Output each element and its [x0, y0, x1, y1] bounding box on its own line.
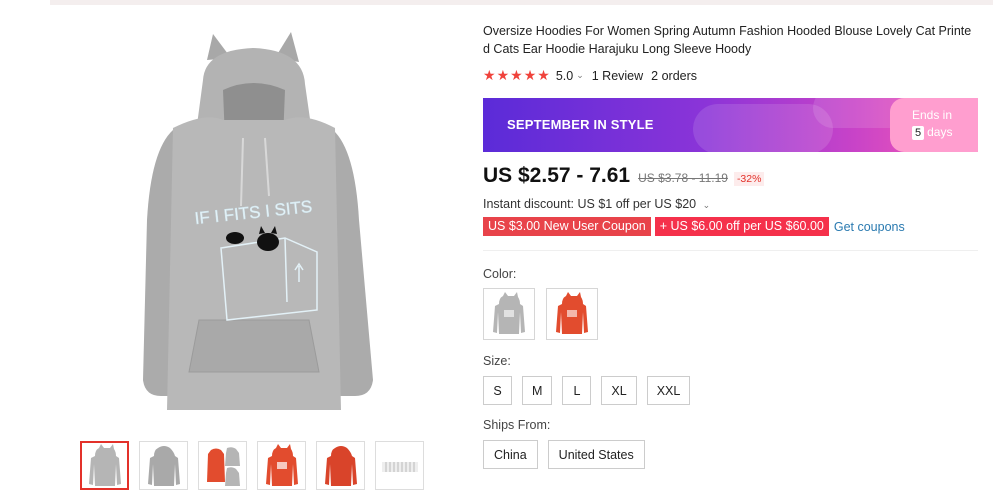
divider	[483, 250, 978, 251]
ends-in-label: Ends in	[912, 108, 953, 122]
main-product-image[interactable]: IF I FITS I SITS	[55, 20, 425, 430]
countdown-box: Ends in 5 days	[890, 98, 978, 152]
thumbnail-orange-and-gray[interactable]	[198, 441, 247, 490]
reviews-link[interactable]: 1 Review	[592, 69, 643, 83]
color-swatches	[483, 288, 978, 340]
size-option-xl[interactable]: XL	[601, 376, 637, 405]
top-strip	[50, 0, 993, 5]
hoodie-thumb-icon	[88, 443, 121, 486]
hoodie-thumb-icon	[265, 443, 298, 486]
banner-title: SEPTEMBER IN STYLE	[507, 117, 654, 132]
hoodie-illustration: IF I FITS I SITS	[143, 32, 373, 410]
rating-row: ★ ★ ★ ★ ★ 5.0 ⌄ 1 Review 2 orders	[483, 67, 978, 84]
hoodie-swatch-icon	[556, 292, 588, 334]
star-icon: ★	[523, 67, 537, 83]
chevron-down-icon[interactable]: ⌄	[703, 200, 711, 210]
instant-discount-text: Instant discount: US $1 off per US $20	[483, 197, 697, 211]
size-option-xxl[interactable]: XXL	[646, 376, 691, 405]
original-price: US $3.78 - 11.19	[638, 171, 728, 185]
promo-banner[interactable]: SEPTEMBER IN STYLE Ends in 5 days	[483, 98, 978, 152]
discount-badge: -32%	[733, 172, 765, 186]
star-icon: ★	[537, 67, 550, 83]
hoodie-thumb-icon	[206, 446, 240, 486]
rating-value[interactable]: 5.0	[556, 69, 573, 83]
ships-from-china[interactable]: China	[483, 440, 538, 469]
star-icon: ★	[510, 67, 523, 83]
banner-decoration	[693, 104, 833, 152]
size-option-l[interactable]: L	[562, 376, 592, 405]
size-option-m[interactable]: M	[522, 376, 553, 405]
color-swatch-gray[interactable]	[483, 288, 535, 340]
thumbnail-gray-hoodie-alt[interactable]	[139, 441, 188, 490]
rating-stars: ★ ★ ★ ★ ★	[483, 67, 550, 84]
size-label: Size:	[483, 354, 511, 368]
ends-in-number: 5	[912, 126, 925, 140]
star-icon: ★	[483, 67, 496, 83]
chevron-down-icon[interactable]: ⌄	[576, 70, 584, 81]
thumbnail-size-chart[interactable]	[375, 441, 424, 490]
hoodie-thumb-icon	[324, 445, 357, 486]
instant-discount[interactable]: Instant discount: US $1 off per US $20 ⌄	[483, 197, 978, 211]
product-info: Oversize Hoodies For Women Spring Autumn…	[483, 22, 978, 469]
size-chart-icon	[381, 461, 418, 472]
hoodie-swatch-icon	[493, 292, 525, 334]
thumbnail-orange-hoodie[interactable]	[257, 441, 306, 490]
get-coupons-link[interactable]: Get coupons	[834, 220, 905, 234]
price-row: US $2.57 - 7.61 US $3.78 - 11.19 -32%	[483, 164, 978, 188]
ships-from-united-states[interactable]: United States	[547, 440, 645, 469]
thumbnail-gray-hoodie[interactable]	[80, 441, 129, 490]
ships-from-label: Ships From:	[483, 418, 551, 432]
orders-count: 2 orders	[651, 68, 698, 83]
thumbnail-orange-hoodie-alt[interactable]	[316, 441, 365, 490]
product-title: Oversize Hoodies For Women Spring Autumn…	[483, 24, 972, 56]
ends-in-unit: days	[927, 125, 953, 139]
size-option-s[interactable]: S	[483, 376, 512, 405]
color-label: Color:	[483, 267, 517, 281]
ships-from-options: China United States	[483, 440, 978, 469]
size-options: S M L XL XXL	[483, 376, 978, 405]
star-icon: ★	[496, 67, 510, 83]
hoodie-thumb-icon	[147, 445, 180, 486]
store-coupon[interactable]: + US $6.00 off per US $60.00	[654, 217, 829, 236]
thumbnail-strip	[80, 441, 424, 490]
current-price: US $2.57 - 7.61	[483, 164, 631, 187]
new-user-coupon[interactable]: US $3.00 New User Coupon	[483, 217, 651, 236]
coupon-row: US $3.00 New User Coupon + US $6.00 off …	[483, 217, 978, 236]
color-swatch-orange[interactable]	[546, 288, 598, 340]
